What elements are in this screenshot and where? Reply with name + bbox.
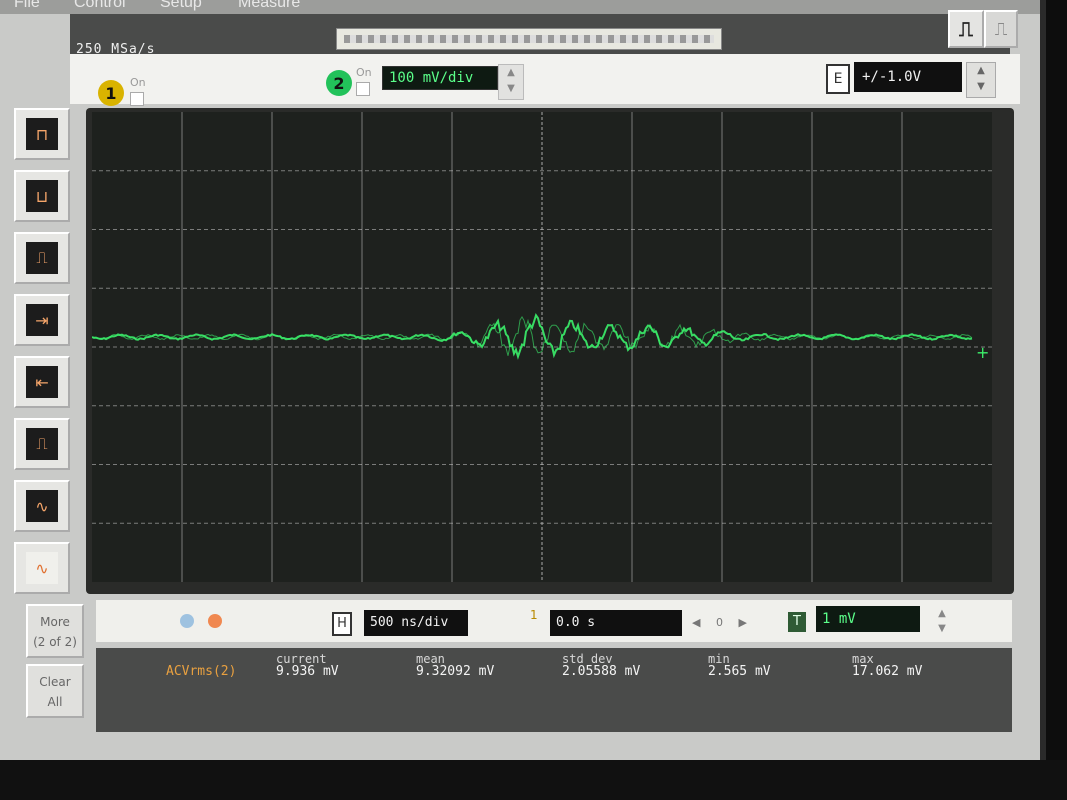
rise-time-button[interactable]: ⊓ [14, 108, 70, 160]
ac-rms-button[interactable]: ∿ [14, 542, 70, 594]
clear-sub-label: All [47, 695, 63, 709]
offset-stepper[interactable]: ▲ ▼ [966, 62, 996, 98]
sine-button[interactable]: ∿ [14, 480, 70, 532]
fall-time-button[interactable]: ⊔ [14, 170, 70, 222]
delay-nav-buttons[interactable]: ◀ 0 ▶ [692, 612, 754, 634]
more-button[interactable]: More (2 of 2) [26, 604, 84, 658]
measurement-current: current 9.936 mV [276, 652, 339, 679]
measurement-label: ACVrms(2) [166, 664, 237, 679]
menu-bar: File Control Setup Measure [0, 0, 1040, 14]
clear-label: Clear [39, 675, 71, 689]
channel-1-badge[interactable]: 1 [98, 80, 124, 106]
offset-icon: E [826, 64, 850, 94]
mean-value: 9.32092 mV [416, 664, 495, 679]
max-value: 17.062 mV [852, 664, 923, 679]
channel-bar: 1 On 2 On 100 mV/div ▲ ▼ E +/-1.0V ▲ ▼ [70, 54, 1020, 106]
more-page-label: (2 of 2) [33, 635, 77, 649]
timebase-bar: H 500 ns/div 1 0.0 s ◀ 0 ▶ T 1 mV ▲ ▼ [96, 600, 1012, 642]
ac-rms-icon: ∿ [26, 552, 58, 584]
current-value: 9.936 mV [276, 664, 339, 679]
sine-icon: ∿ [26, 490, 58, 522]
channel-2-ground-marker: +↑ [976, 343, 992, 362]
phase-button[interactable]: ⇤ [14, 356, 70, 408]
channel-2-scale-stepper[interactable]: ▲ ▼ [498, 64, 524, 100]
delay-icon: ⇥ [26, 304, 58, 336]
period-icon: ⎍ [26, 242, 58, 274]
orange-marker-icon[interactable] [208, 614, 222, 628]
measurement-panel: ACVrms(2) current 9.936 mV mean 9.32092 … [96, 648, 1012, 732]
horizontal-icon: H [332, 612, 352, 636]
measurement-max: max 17.062 mV [852, 652, 922, 679]
pulse-icon: ⎍ [26, 428, 58, 460]
menu-setup[interactable]: Setup [160, 0, 202, 12]
offset-field[interactable]: +/-1.0V [854, 62, 962, 92]
monitor-bezel-right [1046, 0, 1067, 800]
trigger-level-stepper[interactable]: ▲ ▼ [932, 606, 952, 636]
channel-2-on-label: On [356, 66, 372, 79]
pulse-button[interactable]: ⎍ [14, 418, 70, 470]
run-indicator [336, 28, 722, 50]
measurement-toolbar: ⊓ ⊔ ⎍ ⇥ ⇤ ⎍ ∿ ∿ [0, 100, 84, 620]
waveform-display: +↑ [92, 112, 992, 582]
trigger-icon: T [788, 612, 806, 632]
delay-marker-icon: 1 [530, 608, 538, 622]
measurement-mean: mean 9.32092 mV [416, 652, 494, 679]
min-value: 2.565 mV [708, 664, 771, 679]
period-button[interactable]: ⎍ [14, 232, 70, 284]
single-button[interactable]: ⎍ [984, 10, 1018, 48]
channel-2-on-checkbox[interactable] [356, 82, 370, 96]
delay-button[interactable]: ⇥ [14, 294, 70, 346]
menu-file[interactable]: File [14, 0, 40, 12]
measurement-std-dev: std dev 2.05588 mV [562, 652, 640, 679]
measurement-min: min 2.565 mV [708, 652, 771, 679]
clear-all-button[interactable]: Clear All [26, 664, 84, 718]
timebase-field[interactable]: 500 ns/div [364, 610, 468, 636]
trigger-level-field[interactable]: 1 mV [816, 606, 920, 632]
menu-control[interactable]: Control [74, 0, 126, 12]
channel-2-badge[interactable]: 2 [326, 70, 352, 96]
run-stop-button[interactable]: ⎍ [948, 10, 984, 48]
monitor-bezel-bottom [0, 760, 1067, 800]
std-dev-value: 2.05588 mV [562, 664, 641, 679]
rise-time-icon: ⊓ [26, 118, 58, 150]
menu-measure[interactable]: Measure [238, 0, 300, 12]
delay-field[interactable]: 0.0 s [550, 610, 682, 636]
phase-icon: ⇤ [26, 366, 58, 398]
blue-marker-icon[interactable] [180, 614, 194, 628]
oscilloscope-screen: File Control Setup Measure 250 MSa/s ⎍ ⎍… [0, 0, 1046, 760]
channel-2-scale-field[interactable]: 100 mV/div [382, 66, 498, 90]
channel-1-on-label: On [130, 76, 146, 89]
more-label: More [40, 615, 70, 629]
channel-1-on-checkbox[interactable] [130, 92, 144, 106]
fall-time-icon: ⊔ [26, 180, 58, 212]
